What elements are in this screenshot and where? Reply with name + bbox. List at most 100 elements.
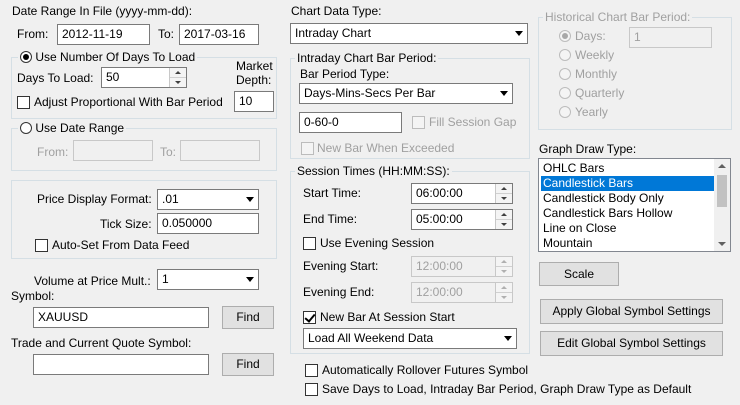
hist-days-field[interactable]: 1 (629, 27, 712, 48)
weekend-data-value: Load All Weekend Data (308, 331, 434, 345)
symbol-label: Symbol: (11, 289, 55, 303)
new-bar-session-start-checkbox[interactable] (303, 311, 316, 324)
scroll-thumb[interactable] (717, 175, 727, 207)
evening-end-spinner[interactable]: 12:00:00 (411, 282, 513, 303)
spin-up-icon[interactable] (496, 283, 512, 293)
market-depth-label-1: Market (236, 59, 273, 73)
range-from-label: From: (37, 145, 69, 159)
date-to-label: To: (158, 27, 175, 41)
spin-up-icon[interactable] (496, 210, 512, 220)
spin-down-icon[interactable] (170, 78, 186, 87)
symbol-field[interactable]: XAUUSD (33, 307, 209, 328)
spin-down-icon[interactable] (496, 194, 512, 203)
hist-quarterly-radio[interactable] (559, 87, 571, 99)
volume-mult-dropdown[interactable]: 1 (157, 269, 259, 290)
end-time-spinner[interactable]: 05:00:00 (411, 209, 513, 230)
days-to-load-value: 50 (106, 70, 120, 84)
range-to-field[interactable] (180, 140, 260, 161)
hist-monthly-label: Monthly (575, 67, 618, 81)
quote-find-button[interactable]: Find (222, 353, 274, 376)
evening-session-checkbox[interactable] (303, 237, 316, 250)
evening-start-label: Evening Start: (303, 259, 379, 273)
chart-data-type-dropdown[interactable]: Intraday Chart (290, 23, 528, 44)
new-bar-exceeded-checkbox[interactable] (301, 142, 314, 155)
new-bar-session-start-label: New Bar At Session Start (320, 310, 455, 324)
hist-quarterly-label: Quarterly (575, 86, 625, 100)
bar-period-field[interactable]: 0-60-0 (299, 112, 402, 133)
evening-start-value: 12:00:00 (416, 259, 463, 273)
list-item[interactable]: Candlestick Bars Hollow (541, 206, 715, 221)
date-range-radio[interactable] (20, 122, 32, 134)
spin-down-icon[interactable] (496, 220, 512, 229)
rollover-checkbox[interactable] (305, 364, 318, 377)
adjust-proportional-label: Adjust Proportional With Bar Period (34, 95, 223, 109)
start-time-spinner[interactable]: 06:00:00 (411, 183, 513, 204)
evening-start-spinner[interactable]: 12:00:00 (411, 256, 513, 277)
bar-period-type-value: Days-Mins-Secs Per Bar (304, 86, 436, 100)
days-to-load-label: Days To Load: (17, 71, 94, 85)
hist-weekly-radio[interactable] (559, 49, 571, 61)
rollover-label: Automatically Rollover Futures Symbol (322, 363, 529, 377)
spin-down-icon[interactable] (496, 293, 512, 302)
days-to-load-spinner[interactable]: 50 (101, 67, 187, 88)
evening-end-value: 12:00:00 (416, 285, 463, 299)
list-item[interactable]: OHLC Bars (541, 161, 715, 176)
date-from-field[interactable]: 2012-11-19 (57, 24, 150, 45)
scale-button[interactable]: Scale (539, 262, 619, 286)
list-item[interactable]: Candlestick Body Only (541, 191, 715, 206)
spin-up-icon[interactable] (496, 184, 512, 194)
list-item[interactable]: Mountain (541, 236, 715, 251)
list-item[interactable]: Line on Close (541, 221, 715, 236)
volume-mult-value: 1 (162, 272, 169, 286)
hist-days-radio[interactable] (559, 30, 571, 42)
symbol-find-button[interactable]: Find (222, 306, 274, 329)
spin-down-icon[interactable] (496, 267, 512, 276)
chart-data-type-value: Intraday Chart (295, 26, 372, 40)
edit-global-settings-button[interactable]: Edit Global Symbol Settings (540, 331, 723, 356)
apply-global-settings-button[interactable]: Apply Global Symbol Settings (540, 299, 723, 324)
graph-draw-type-listbox[interactable]: OHLC Bars Candlestick Bars Candlestick B… (538, 158, 731, 252)
price-format-label: Price Display Format: (37, 192, 152, 206)
market-depth-field[interactable]: 10 (234, 91, 274, 112)
listbox-scrollbar[interactable] (714, 159, 730, 251)
spin-up-icon[interactable] (496, 257, 512, 267)
date-to-field[interactable]: 2017-03-16 (179, 24, 259, 45)
date-range-radio-label: Use Date Range (35, 121, 125, 135)
graph-draw-type-label: Graph Draw Type: (539, 142, 637, 156)
range-from-field[interactable] (73, 140, 153, 161)
spin-up-icon[interactable] (170, 68, 186, 78)
hist-yearly-label: Yearly (575, 105, 608, 119)
evening-end-label: Evening End: (303, 285, 375, 299)
price-format-value: .01 (162, 192, 179, 206)
list-item-selected[interactable]: Candlestick Bars (541, 176, 715, 191)
save-default-checkbox[interactable] (305, 383, 318, 396)
chevron-down-icon (499, 329, 516, 348)
scroll-up-icon[interactable] (718, 164, 726, 168)
autoset-checkbox[interactable] (35, 239, 48, 252)
tick-size-field[interactable]: 0.050000 (157, 213, 259, 234)
quote-symbol-field[interactable] (33, 354, 209, 375)
date-range-radio-wrap[interactable]: Use Date Range (18, 121, 127, 135)
tick-size-label: Tick Size: (100, 217, 152, 231)
chart-data-type-label: Chart Data Type: (291, 4, 382, 18)
date-range-title: Date Range In File (yyyy-mm-dd): (12, 4, 193, 18)
adjust-proportional-checkbox[interactable] (17, 96, 30, 109)
scroll-down-icon[interactable] (718, 242, 726, 246)
weekend-data-dropdown[interactable]: Load All Weekend Data (303, 328, 517, 349)
hist-monthly-radio[interactable] (559, 68, 571, 80)
hist-yearly-radio[interactable] (559, 106, 571, 118)
bar-period-type-dropdown[interactable]: Days-Mins-Secs Per Bar (299, 83, 513, 104)
price-format-dropdown[interactable]: .01 (157, 189, 259, 210)
volume-mult-label: Volume at Price Mult.: (34, 274, 151, 288)
quote-symbol-label: Trade and Current Quote Symbol: (11, 336, 192, 350)
start-time-value: 06:00:00 (416, 186, 463, 200)
new-bar-exceeded-label: New Bar When Exceeded (317, 141, 455, 155)
chevron-down-icon (241, 190, 258, 209)
date-from-label: From: (17, 27, 49, 41)
fill-session-gap-checkbox[interactable] (412, 116, 425, 129)
market-depth-label-2: Depth: (236, 73, 272, 87)
fill-session-gap-label: Fill Session Gap (429, 115, 517, 129)
range-to-label: To: (160, 145, 177, 159)
days-to-load-radio-wrap[interactable]: Use Number Of Days To Load (18, 50, 198, 64)
days-to-load-radio[interactable] (20, 51, 32, 63)
